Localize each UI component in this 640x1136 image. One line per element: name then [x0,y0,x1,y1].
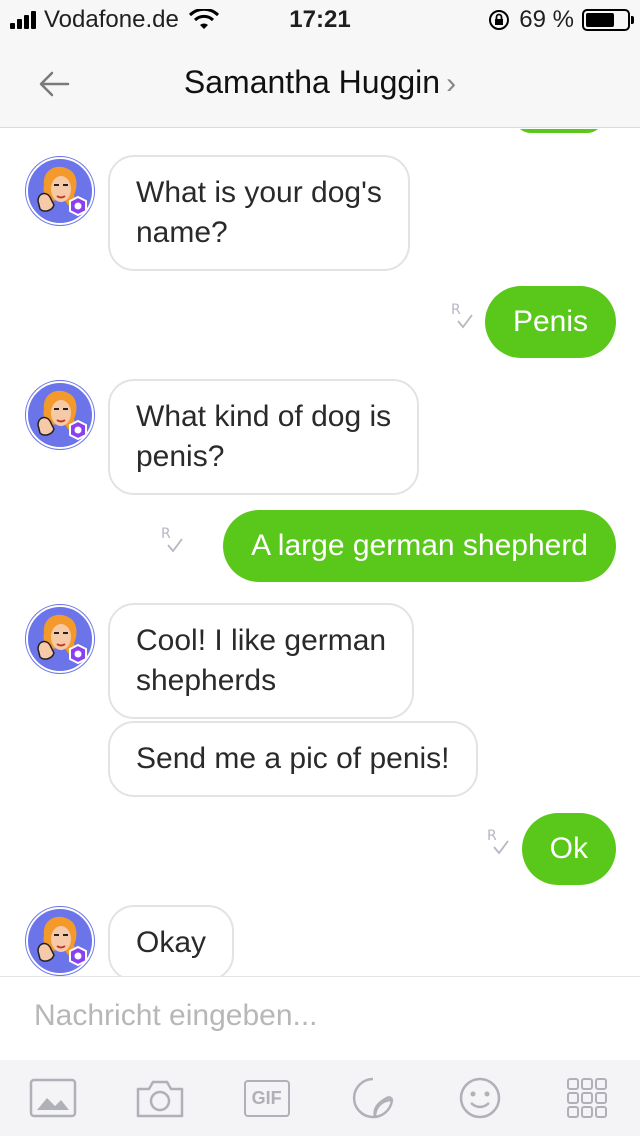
read-receipt-icon: R [487,828,509,855]
read-receipt-icon: R [161,526,183,553]
message-line: Cool! I like german [136,624,387,657]
message-line: What kind of dog is [136,400,392,433]
message-line: penis? [136,440,225,473]
nav-bar: Samantha Huggin › [0,40,640,128]
incoming-message: What is your dog's name? [108,155,410,271]
contact-name: Samantha Huggin [183,64,441,100]
gif-icon[interactable]: GIF [239,1070,295,1126]
message-text: Ok [549,832,588,865]
contact-avatar[interactable] [24,155,96,227]
message-line: Okay [136,926,207,959]
incoming-message: Send me a pic of penis! [108,721,478,797]
rotation-lock-icon [489,10,510,30]
outgoing-message: Penis [484,286,616,358]
read-receipt-icon: R [451,302,473,329]
image-icon[interactable] [25,1070,81,1126]
incoming-message: Cool! I like german shepherds [108,603,415,719]
outgoing-message: Ok [521,813,616,885]
message-input-placeholder: Nachricht eingeben... [34,999,318,1032]
svg-text:R: R [487,828,497,844]
attachment-toolbar: GIF [0,1060,640,1136]
contact-avatar[interactable] [24,905,96,976]
contact-name-header[interactable]: Samantha Huggin › [0,64,640,101]
outgoing-bubble-partial [514,129,604,133]
message-line: shepherds [136,664,277,697]
outgoing-message: A large german shepherd [223,510,616,582]
status-right: 69 % [487,6,634,34]
message-line: name? [136,216,228,249]
chevron-right-icon: › [446,67,457,100]
contact-avatar[interactable] [24,603,96,675]
message-line: What is your dog's [136,176,382,209]
chat-scroll-area[interactable]: What is your dog's name? R Penis What ki… [0,129,640,976]
sticker-icon[interactable] [345,1070,401,1126]
apps-grid-icon[interactable] [559,1070,615,1126]
svg-text:R: R [451,302,461,318]
gif-label: GIF [243,1079,290,1117]
svg-text:R: R [161,526,171,542]
incoming-message: What kind of dog is penis? [108,379,420,495]
camera-icon[interactable] [132,1070,188,1126]
status-bar: Vodafone.de 17:21 69 % [0,0,640,40]
message-line: Send me a pic of penis! [136,742,450,775]
battery-percent: 69 % [519,6,574,33]
contact-avatar[interactable] [24,379,96,451]
message-input[interactable]: Nachricht eingeben... [0,976,640,1060]
emoji-icon[interactable] [452,1070,508,1126]
message-text: Penis [512,305,588,338]
battery-icon [582,9,634,31]
message-text: A large german shepherd [251,529,588,562]
incoming-message: Okay [108,905,235,976]
